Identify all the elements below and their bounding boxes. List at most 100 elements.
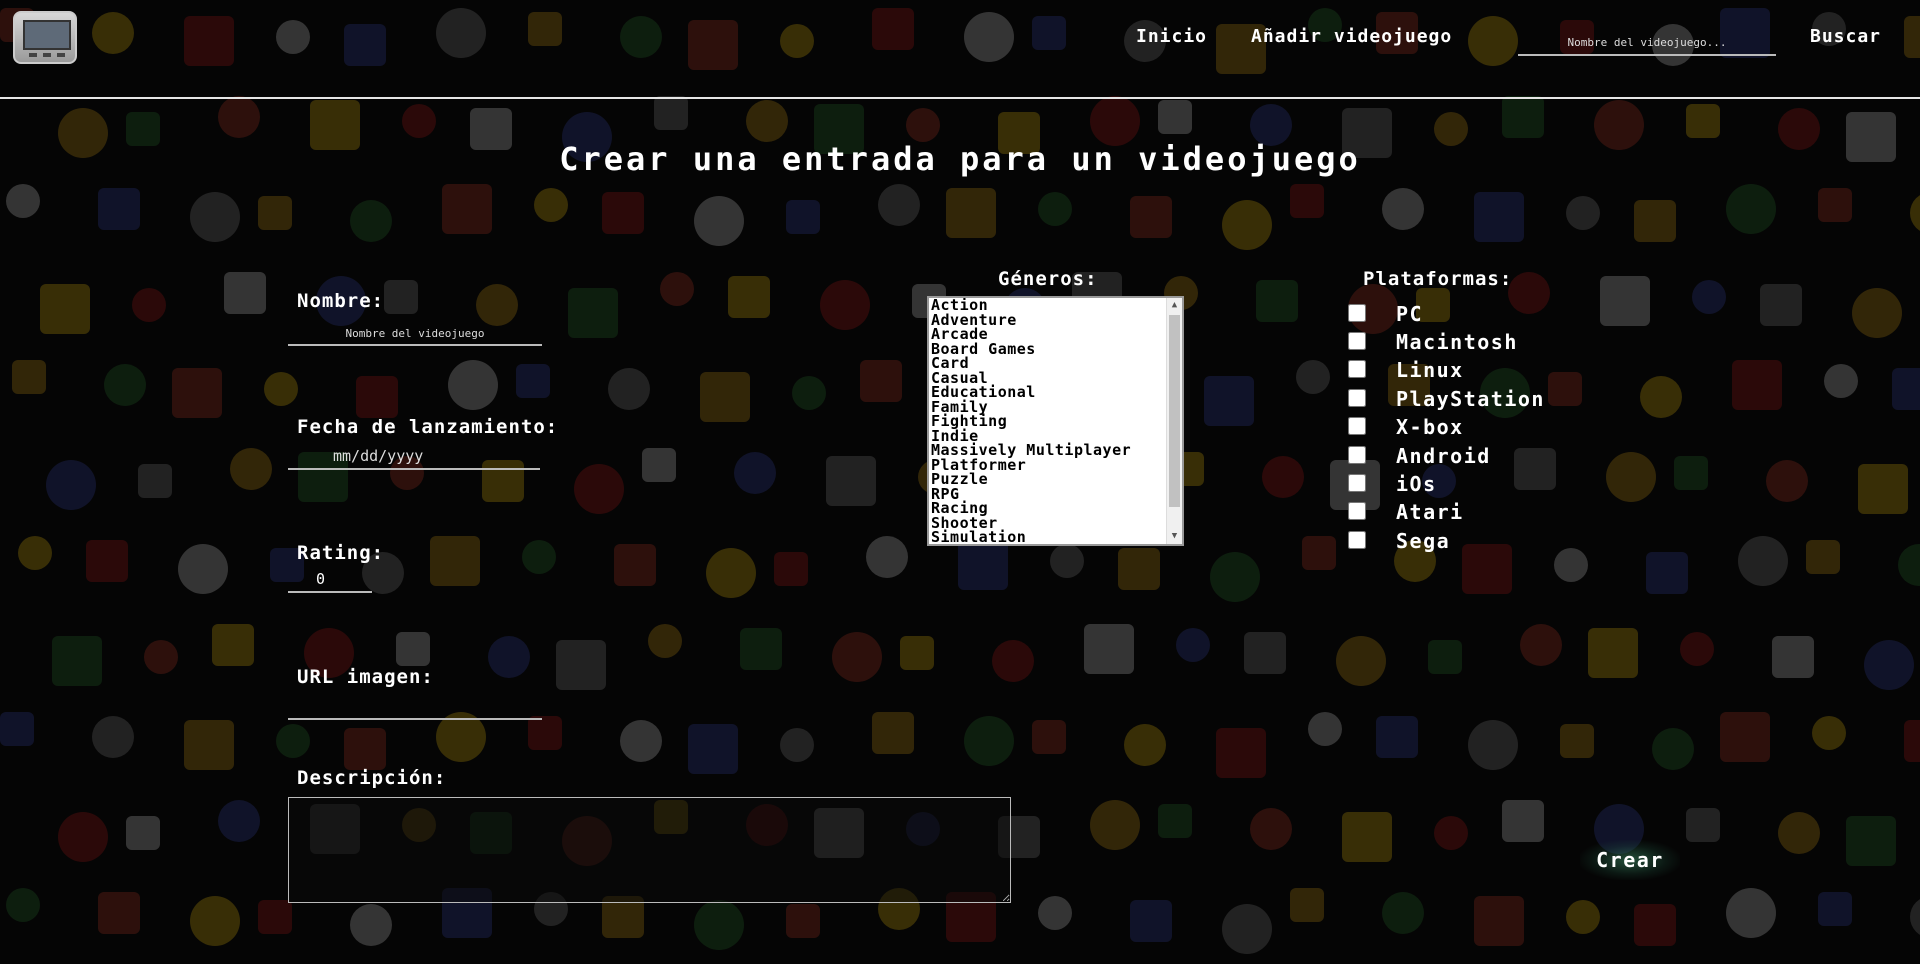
nav-home-link[interactable]: Inicio [1136, 26, 1207, 47]
rating-input[interactable] [288, 567, 372, 593]
retro-game-pattern-icon [1502, 800, 1544, 842]
retro-game-pattern-icon [528, 716, 562, 750]
platform-checkbox[interactable] [1348, 417, 1366, 435]
platform-label: Atari [1396, 500, 1464, 524]
retro-game-pattern-icon [866, 536, 908, 578]
platform-label: Android [1396, 444, 1491, 468]
retro-game-pattern-icon [1474, 896, 1524, 946]
platform-option[interactable]: iOs [1348, 472, 1435, 496]
platform-checkbox[interactable] [1348, 502, 1366, 520]
retro-game-pattern-icon [1210, 552, 1260, 602]
retro-game-pattern-icon [40, 284, 90, 334]
platform-option[interactable]: Android [1348, 444, 1489, 468]
retro-game-pattern-icon [614, 544, 656, 586]
retro-game-pattern-icon [402, 104, 436, 138]
retro-game-pattern-icon [92, 716, 134, 758]
platform-checkbox[interactable] [1348, 389, 1366, 407]
create-button[interactable]: Crear [1580, 840, 1680, 880]
retro-game-pattern-icon [396, 632, 430, 666]
platform-option[interactable]: Atari [1348, 500, 1462, 524]
scroll-up-arrow-icon[interactable]: ▲ [1167, 298, 1182, 313]
image-url-input[interactable] [288, 694, 542, 720]
genres-scrollbar[interactable]: ▲ ▼ [1166, 298, 1182, 544]
genres-select[interactable]: Action Adventure Arcade Board Games Card Casu… [927, 296, 1184, 546]
description-label: Descripción: [297, 767, 447, 789]
retro-game-pattern-icon [522, 540, 556, 574]
platform-option[interactable]: X-box [1348, 415, 1462, 439]
retro-game-pattern-icon [1204, 376, 1254, 426]
platform-label: PlayStation [1396, 387, 1545, 411]
retro-game-pattern-icon [1462, 544, 1512, 594]
retro-game-pattern-icon [780, 728, 814, 762]
platform-label: Linux [1396, 358, 1464, 382]
retro-game-pattern-icon [0, 712, 34, 746]
top-navigation-bar: Inicio Añadir videojuego Buscar [0, 0, 1920, 99]
retro-game-pattern-icon [1858, 464, 1908, 514]
retro-game-pattern-icon [740, 628, 782, 670]
retro-game-pattern-icon [384, 280, 418, 314]
scroll-thumb[interactable] [1169, 315, 1180, 507]
retro-game-pattern-icon [190, 896, 240, 946]
retro-game-pattern-icon [1588, 628, 1638, 678]
retro-game-pattern-icon [488, 636, 530, 678]
retro-game-pattern-icon [264, 372, 298, 406]
retro-game-pattern-icon [860, 360, 902, 402]
retro-game-pattern-icon [734, 452, 776, 494]
release-date-input[interactable] [288, 444, 540, 470]
platform-option[interactable]: Linux [1348, 358, 1462, 382]
platform-option[interactable]: Sega [1348, 529, 1449, 553]
platform-checkbox[interactable] [1348, 304, 1366, 322]
retro-game-pattern-icon [442, 184, 492, 234]
game-console-logo-icon[interactable] [13, 11, 77, 64]
retro-game-pattern-icon [694, 900, 744, 950]
retro-game-pattern-icon [1726, 184, 1776, 234]
retro-game-pattern-icon [448, 360, 498, 410]
description-textarea[interactable] [288, 797, 1011, 903]
platform-checkbox[interactable] [1348, 360, 1366, 378]
retro-game-pattern-icon [258, 196, 292, 230]
retro-game-pattern-icon [786, 200, 820, 234]
retro-game-pattern-icon [774, 552, 808, 586]
retro-game-pattern-icon [58, 812, 108, 862]
platform-option[interactable]: Macintosh [1348, 330, 1516, 354]
retro-game-pattern-icon [1290, 888, 1324, 922]
retro-game-pattern-icon [1732, 360, 1782, 410]
name-input[interactable] [288, 322, 542, 346]
retro-game-pattern-icon [1222, 904, 1272, 954]
search-input[interactable] [1518, 30, 1776, 56]
retro-game-pattern-icon [1090, 96, 1140, 146]
retro-game-pattern-icon [660, 272, 694, 306]
retro-game-pattern-icon [1652, 728, 1694, 770]
retro-game-pattern-icon [1250, 808, 1292, 850]
retro-game-pattern-icon [688, 724, 738, 774]
retro-game-pattern-icon [946, 188, 996, 238]
platform-checkbox[interactable] [1348, 332, 1366, 350]
retro-game-pattern-icon [654, 96, 688, 130]
genre-option[interactable]: Sports [929, 545, 1167, 547]
retro-game-pattern-icon [132, 288, 166, 322]
retro-game-pattern-icon [476, 284, 518, 326]
platform-option[interactable]: PlayStation [1348, 387, 1543, 411]
retro-game-pattern-icon [1600, 276, 1650, 326]
platform-option[interactable]: PC [1348, 302, 1422, 326]
retro-game-pattern-icon [1818, 892, 1852, 926]
scroll-down-arrow-icon[interactable]: ▼ [1167, 529, 1182, 544]
retro-game-pattern-icon [608, 368, 650, 410]
platform-checkbox[interactable] [1348, 474, 1366, 492]
search-button[interactable]: Buscar [1810, 26, 1881, 47]
retro-game-pattern-icon [126, 816, 160, 850]
retro-game-pattern-icon [958, 540, 1008, 590]
retro-game-pattern-icon [1376, 716, 1418, 758]
retro-game-pattern-icon [1892, 368, 1920, 410]
retro-game-pattern-icon [1680, 632, 1714, 666]
retro-game-pattern-icon [430, 536, 480, 586]
retro-game-pattern-icon [1824, 364, 1858, 398]
retro-game-pattern-icon [820, 280, 870, 330]
retro-game-pattern-icon [98, 892, 140, 934]
platform-checkbox[interactable] [1348, 531, 1366, 549]
nav-add-game-link[interactable]: Añadir videojuego [1251, 26, 1452, 47]
genre-option[interactable]: Puzzle [929, 472, 1167, 487]
platform-checkbox[interactable] [1348, 446, 1366, 464]
retro-game-pattern-icon [602, 192, 644, 234]
retro-game-pattern-icon [700, 372, 750, 422]
